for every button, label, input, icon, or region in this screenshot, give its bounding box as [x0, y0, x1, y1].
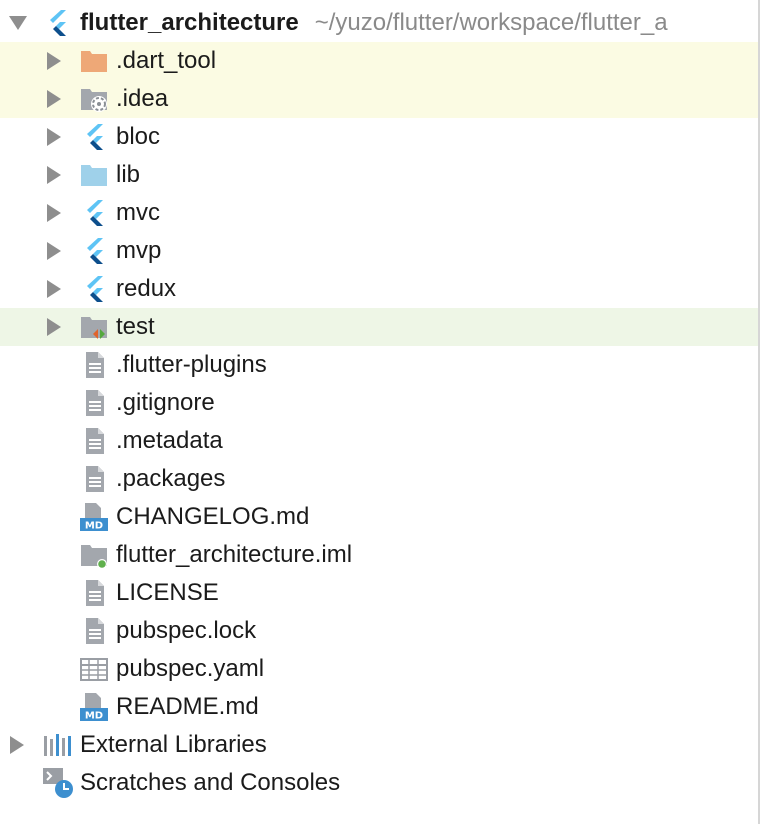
tree-row-readme[interactable]: MD README.md: [0, 688, 758, 726]
expand-arrow-icon[interactable]: [47, 90, 61, 108]
tree-row-external-libraries[interactable]: External Libraries: [0, 726, 758, 764]
tree-row-pubspec-yaml[interactable]: pubspec.yaml: [0, 650, 758, 688]
text-file-icon: [86, 428, 104, 454]
text-file-icon: [86, 618, 104, 644]
project-tree: flutter_architecture ~/yuzo/flutter/works…: [0, 0, 760, 824]
tree-item-label: .dart_tool: [116, 47, 217, 74]
yaml-file-icon: [80, 658, 108, 681]
tree-row-gitignore[interactable]: .gitignore: [0, 384, 758, 422]
libraries-icon: [44, 734, 71, 756]
tree-row-packages[interactable]: .packages: [0, 460, 758, 498]
text-file-icon: [86, 580, 104, 606]
tree-item-label: README.md: [116, 693, 259, 720]
tree-row-license[interactable]: LICENSE: [0, 574, 758, 612]
flutter-module-icon: [87, 124, 103, 150]
source-folder-icon: [81, 165, 107, 186]
flutter-project-icon: [50, 10, 66, 36]
project-name: flutter_architecture ~/yuzo/flutter/works…: [80, 4, 668, 42]
tree-item-label: lib: [116, 161, 141, 188]
tree-item-label: .packages: [116, 465, 226, 492]
tree-row-pubspec-lock[interactable]: pubspec.lock: [0, 612, 758, 650]
expand-arrow-icon[interactable]: [47, 204, 61, 222]
tree-item-label: .metadata: [116, 427, 223, 454]
tree-row-scratches[interactable]: Scratches and Consoles: [0, 764, 758, 802]
tree-item-label: flutter_architecture.iml: [116, 541, 353, 568]
tree-item-label: Scratches and Consoles: [80, 769, 341, 796]
tree-row-project-root[interactable]: flutter_architecture ~/yuzo/flutter/works…: [0, 4, 758, 42]
expand-arrow-icon[interactable]: [47, 52, 61, 70]
tree-row-idea[interactable]: .idea: [0, 80, 758, 118]
iml-file-icon: [81, 545, 107, 569]
collapse-arrow-icon[interactable]: [9, 16, 27, 30]
flutter-module-icon: [87, 276, 103, 302]
project-name-text: flutter_architecture: [80, 9, 299, 36]
folder-orange-icon: [81, 51, 107, 72]
svg-text:MD: MD: [85, 711, 103, 722]
expand-arrow-icon[interactable]: [47, 166, 61, 184]
tree-row-bloc[interactable]: bloc: [0, 118, 758, 156]
tree-item-label: pubspec.lock: [116, 617, 257, 644]
project-path: ~/yuzo/flutter/workspace/flutter_a: [314, 9, 668, 36]
expand-arrow-icon[interactable]: [47, 318, 61, 336]
markdown-file-icon: MD: [80, 693, 108, 722]
tree-item-label: bloc: [116, 123, 161, 150]
expand-arrow-icon[interactable]: [47, 280, 61, 298]
tree-row-lib[interactable]: lib: [0, 156, 758, 194]
tree-item-label: CHANGELOG.md: [116, 503, 310, 530]
test-folder-icon: [81, 317, 107, 339]
expand-arrow-icon[interactable]: [47, 128, 61, 146]
tree-item-label: redux: [116, 275, 177, 302]
tree-row-mvc[interactable]: mvc: [0, 194, 758, 232]
text-file-icon: [86, 390, 104, 416]
tree-row-changelog[interactable]: MD CHANGELOG.md: [0, 498, 758, 536]
svg-text:MD: MD: [85, 521, 103, 532]
idea-folder-icon: [81, 89, 107, 112]
text-file-icon: [86, 352, 104, 378]
tree-row-metadata[interactable]: .metadata: [0, 422, 758, 460]
scratches-icon: [43, 768, 73, 798]
tree-item-label: .idea: [116, 85, 169, 112]
text-file-icon: [86, 466, 104, 492]
flutter-module-icon: [87, 238, 103, 264]
tree-row-mvp[interactable]: mvp: [0, 232, 758, 270]
tree-item-label: mvc: [116, 199, 160, 226]
markdown-file-icon: MD: [80, 503, 108, 532]
tree-row-flutter-plugins[interactable]: .flutter-plugins: [0, 346, 758, 384]
tree-item-label: pubspec.yaml: [116, 655, 265, 682]
tree-row-redux[interactable]: redux: [0, 270, 758, 308]
tree-row-dart-tool[interactable]: .dart_tool: [0, 42, 758, 80]
tree-item-label: LICENSE: [116, 579, 219, 606]
flutter-module-icon: [87, 200, 103, 226]
tree-item-label: External Libraries: [80, 731, 267, 758]
tree-item-label: .flutter-plugins: [116, 351, 267, 378]
tree-item-label: .gitignore: [116, 389, 215, 416]
tree-row-iml[interactable]: flutter_architecture.iml: [0, 536, 758, 574]
expand-arrow-icon[interactable]: [10, 736, 24, 754]
tree-item-label: mvp: [116, 237, 162, 264]
tree-item-label: test: [116, 313, 155, 340]
tree-row-test[interactable]: test: [0, 308, 758, 346]
expand-arrow-icon[interactable]: [47, 242, 61, 260]
